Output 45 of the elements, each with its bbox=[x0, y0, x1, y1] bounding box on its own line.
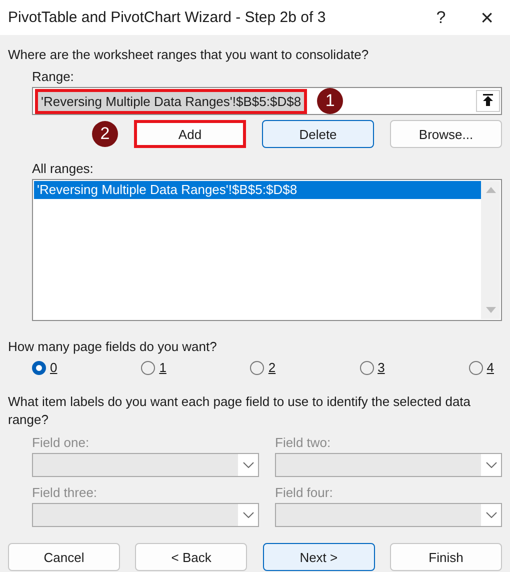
radio-label: 3 bbox=[378, 360, 385, 375]
question-text: What item labels do you want each page field to use to identify the selected data range? bbox=[8, 393, 472, 429]
close-button[interactable]: × bbox=[464, 0, 510, 35]
field-label: Field one: bbox=[32, 435, 90, 450]
collapse-button[interactable] bbox=[476, 90, 500, 112]
radio-option[interactable]: 1 bbox=[141, 360, 166, 375]
prompt-text: Where are the worksheet ranges that you want to consolidate? bbox=[8, 47, 370, 62]
radio-button[interactable] bbox=[360, 360, 374, 374]
radio-button[interactable] bbox=[468, 360, 483, 374]
help-button[interactable]: ? bbox=[418, 0, 464, 35]
question-text: How many page fields do you want? bbox=[8, 339, 218, 354]
dialog-button[interactable]: Cancel bbox=[8, 543, 120, 571]
dialog-button[interactable]: Delete bbox=[262, 120, 374, 148]
list-item[interactable]: 'Reversing Multiple Data Ranges'!$B$5:$D$8 bbox=[34, 181, 481, 199]
radio-option[interactable]: 4 bbox=[468, 360, 494, 375]
radio-option[interactable]: 3 bbox=[360, 360, 385, 375]
dialog-button[interactable]: Next > bbox=[262, 543, 375, 571]
radio-button[interactable] bbox=[141, 360, 156, 374]
radio-label: 0 bbox=[50, 360, 58, 375]
dialog-button[interactable]: Browse... bbox=[390, 120, 502, 148]
chevron-down-icon bbox=[486, 512, 496, 518]
field-label: Range: bbox=[32, 69, 75, 84]
dialog-button[interactable]: Add bbox=[134, 120, 246, 148]
radio-label: 4 bbox=[486, 360, 494, 375]
radio-label: 2 bbox=[268, 360, 276, 375]
field-label: Field four: bbox=[275, 485, 334, 500]
radio-button[interactable] bbox=[250, 360, 264, 374]
chevron-down-icon bbox=[242, 462, 254, 468]
window-title: PivotTable and PivotChart Wizard - Step 2b of 3 bbox=[8, 9, 327, 26]
radio-option[interactable]: 2 bbox=[250, 360, 276, 375]
list-label: All ranges: bbox=[32, 161, 94, 176]
chevron-down-icon bbox=[486, 462, 496, 468]
field-label: Field two: bbox=[275, 435, 332, 450]
step-badge: 1 bbox=[317, 88, 344, 114]
radio-option[interactable]: 0 bbox=[32, 360, 58, 375]
range-value: 'Reversing Multiple Data Ranges'!$B$5:$D$8 bbox=[35, 88, 308, 114]
arrow-up-icon bbox=[482, 94, 494, 108]
radio-button[interactable] bbox=[32, 360, 46, 374]
dialog-button[interactable]: < Back bbox=[135, 543, 248, 571]
radio-label: 1 bbox=[159, 360, 166, 375]
step-badge: 2 bbox=[92, 121, 118, 147]
chevron-down-icon bbox=[242, 512, 254, 518]
field-label: Field three: bbox=[32, 485, 98, 500]
range-field[interactable]: 'Reversing Multiple Data Ranges'!$B$5:$D$8 1 bbox=[32, 87, 502, 115]
dialog-button[interactable]: Finish bbox=[390, 543, 502, 571]
